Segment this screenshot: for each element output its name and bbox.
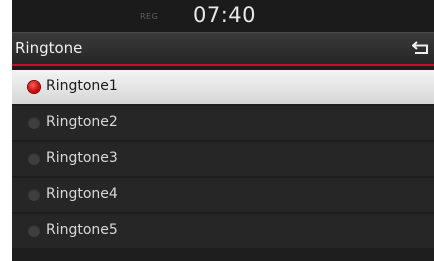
- ringtone-screen: REG 07:40 Ringtone Ringtone1 Ringtone2 R…: [12, 0, 434, 261]
- radio-unselected-icon: [28, 153, 40, 165]
- ringtone-option-1[interactable]: Ringtone1: [12, 70, 434, 104]
- radio-unselected-icon: [28, 117, 40, 129]
- ringtone-label: Ringtone1: [46, 78, 118, 94]
- ringtone-option-2[interactable]: Ringtone2: [12, 106, 434, 140]
- ringtone-option-4[interactable]: Ringtone4: [12, 178, 434, 212]
- radio-unselected-icon: [28, 189, 40, 201]
- ringtone-label: Ringtone5: [46, 222, 118, 238]
- title-bar: Ringtone: [12, 32, 434, 64]
- ringtone-label: Ringtone4: [46, 186, 118, 202]
- radio-unselected-icon: [28, 225, 40, 237]
- back-arrow-icon: [412, 41, 428, 54]
- status-bar: REG 07:40: [12, 0, 434, 32]
- clock: 07:40: [193, 3, 257, 27]
- ringtone-label: Ringtone3: [46, 150, 118, 166]
- header-divider: [12, 64, 434, 66]
- radio-selected-icon: [28, 81, 40, 93]
- ringtone-option-5[interactable]: Ringtone5: [12, 214, 434, 248]
- page-title: Ringtone: [15, 39, 83, 57]
- status-indicator: REG: [140, 12, 159, 21]
- ringtone-label: Ringtone2: [46, 114, 118, 130]
- back-button[interactable]: [408, 35, 434, 61]
- ringtone-list: Ringtone1 Ringtone2 Ringtone3 Ringtone4 …: [12, 70, 434, 250]
- ringtone-option-3[interactable]: Ringtone3: [12, 142, 434, 176]
